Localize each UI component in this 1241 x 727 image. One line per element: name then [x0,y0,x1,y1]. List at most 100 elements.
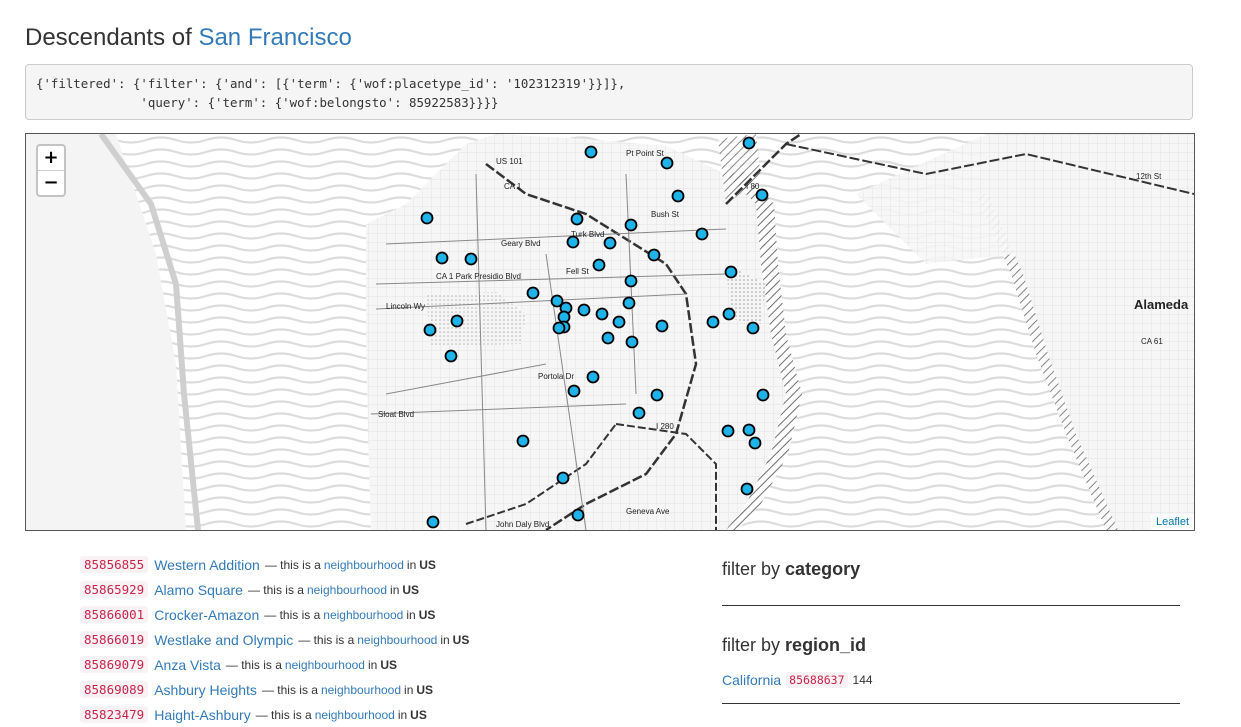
place-name-link[interactable]: Crocker-Amazon [154,607,259,623]
neighbourhood-marker[interactable] [420,211,434,225]
neighbourhood-marker[interactable] [722,307,736,321]
neighbourhood-marker[interactable] [464,252,478,266]
leaflet-link[interactable]: Leaflet [1156,516,1189,528]
in-word: in [390,582,400,597]
neighbourhood-marker[interactable] [655,319,669,333]
place-id: 85866001 [80,606,149,623]
in-word: in [397,707,408,722]
in-word: in [440,632,450,647]
result-separator: — this is a [255,707,312,722]
neighbourhood-marker[interactable] [625,335,639,349]
neighbourhood-marker[interactable] [647,248,661,262]
place-name-link[interactable]: Western Addition [154,557,260,573]
map-label: Pt Point St [626,149,665,158]
neighbourhood-marker[interactable] [552,321,566,335]
result-separator: — this is a [264,607,321,622]
region-id-label: region_id [785,635,867,655]
neighbourhood-marker[interactable] [516,434,530,448]
place-id: 85869089 [80,681,149,698]
neighbourhood-marker[interactable] [624,274,638,288]
result-separator: — this is a [247,582,304,597]
neighbourhood-marker[interactable] [570,212,584,226]
neighbourhood-marker[interactable] [612,315,626,329]
neighbourhood-marker[interactable] [650,388,664,402]
neighbourhood-marker[interactable] [746,321,760,335]
neighbourhood-marker[interactable] [632,406,646,420]
map[interactable]: US 101 CA 1 Bush St Turk Blvd Geary Blvd… [25,133,1195,531]
country-code: US [419,557,436,572]
neighbourhood-marker[interactable] [742,423,756,437]
map-label: I 280 [656,422,674,431]
filter-by-label: filter by [722,635,781,655]
place-name-link[interactable]: Haight-Ashbury [154,707,251,723]
map-label: Fell St [566,267,589,276]
place-id: 85869079 [80,656,149,673]
result-row: 85823479 Haight-Ashbury — this is a neig… [80,702,680,727]
neighbourhood-marker[interactable] [592,258,606,272]
map-city-label: Alameda [1134,297,1189,312]
neighbourhood-marker[interactable] [748,436,762,450]
region-name-link[interactable]: California [722,672,781,688]
neighbourhood-marker[interactable] [756,388,770,402]
map-label: Geneva Ave [626,507,670,516]
zoom-out-button[interactable]: − [38,171,64,195]
neighbourhood-marker[interactable] [721,424,735,438]
neighbourhood-marker[interactable] [526,286,540,300]
results-list: 85856855 Western Addition — this is a ne… [80,552,680,727]
neighbourhood-marker[interactable] [577,303,591,317]
query-code-block: {'filtered': {'filter': {'and': [{'term'… [25,64,1193,120]
placetype-link[interactable]: neighbourhood [315,708,395,722]
neighbourhood-marker[interactable] [567,384,581,398]
neighbourhood-marker[interactable] [724,265,738,279]
neighbourhood-marker[interactable] [435,251,449,265]
placetype-link[interactable]: neighbourhood [307,583,387,597]
neighbourhood-marker[interactable] [450,314,464,328]
neighbourhood-marker[interactable] [603,236,617,250]
region-facet-heading: filter by region_id [722,632,1180,658]
result-separator: — this is a [298,632,355,647]
zoom-in-button[interactable]: + [38,146,64,171]
neighbourhood-marker[interactable] [584,145,598,159]
in-word: in [406,607,416,622]
zoom-control: + − [36,144,66,197]
result-separator: — this is a [264,557,321,572]
parent-place-link[interactable]: San Francisco [198,24,351,51]
category-facet-heading: filter by category [722,556,1180,582]
neighbourhood-marker[interactable] [624,218,638,232]
result-row: 85869079 Anza Vista — this is a neighbou… [80,652,680,677]
neighbourhood-marker[interactable] [622,296,636,310]
placetype-link[interactable]: neighbourhood [324,558,404,572]
facet-divider [722,703,1180,704]
neighbourhood-marker[interactable] [586,370,600,384]
neighbourhood-marker[interactable] [571,508,585,522]
place-id: 85866019 [80,631,149,648]
region-count: 144 [852,673,873,687]
neighbourhood-marker[interactable] [595,307,609,321]
neighbourhood-marker[interactable] [706,315,720,329]
placetype-link[interactable]: neighbourhood [285,658,365,672]
neighbourhood-marker[interactable] [556,471,570,485]
map-label: I 80 [746,182,760,191]
placetype-link[interactable]: neighbourhood [323,608,403,622]
neighbourhood-marker[interactable] [740,482,754,496]
neighbourhood-marker[interactable] [695,227,709,241]
place-id: 85865929 [80,581,149,598]
place-id: 85823479 [80,706,149,723]
map-label: Geary Blvd [501,239,541,248]
neighbourhood-marker[interactable] [566,235,580,249]
neighbourhood-marker[interactable] [755,188,769,202]
place-name-link[interactable]: Ashbury Heights [154,682,257,698]
neighbourhood-marker[interactable] [601,331,615,345]
place-name-link[interactable]: Alamo Square [154,582,243,598]
place-name-link[interactable]: Westlake and Olympic [154,632,293,648]
neighbourhood-marker[interactable] [426,515,440,529]
placetype-link[interactable]: neighbourhood [357,633,437,647]
neighbourhood-marker[interactable] [423,323,437,337]
place-name-link[interactable]: Anza Vista [154,657,221,673]
neighbourhood-marker[interactable] [660,156,674,170]
placetype-link[interactable]: neighbourhood [321,683,401,697]
neighbourhood-marker[interactable] [671,189,685,203]
category-label: category [785,559,861,579]
neighbourhood-marker[interactable] [444,349,458,363]
neighbourhood-marker[interactable] [742,136,756,150]
